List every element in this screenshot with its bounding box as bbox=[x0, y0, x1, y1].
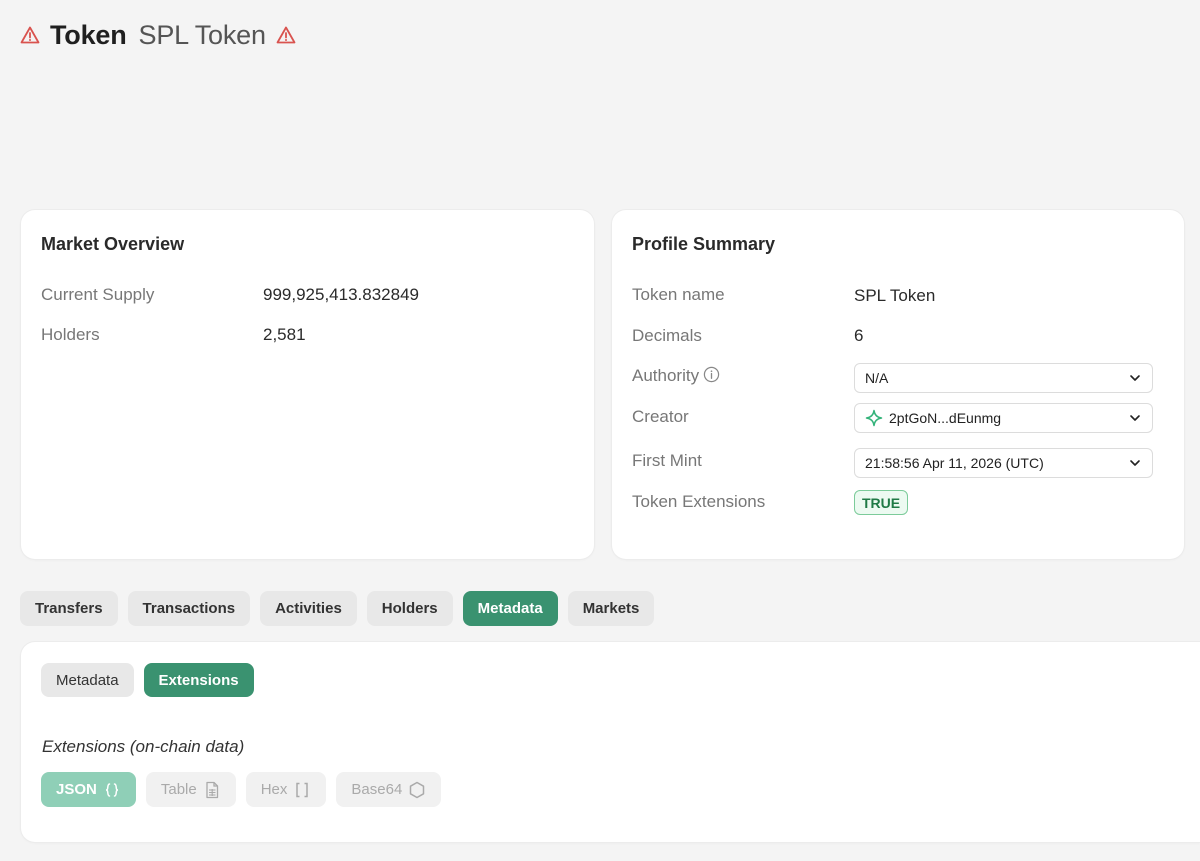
authority-value: N/A bbox=[865, 370, 889, 386]
page-header: Token SPL Token bbox=[20, 18, 296, 52]
profile-summary-title: Profile Summary bbox=[632, 234, 776, 254]
tab-markets[interactable]: Markets bbox=[567, 591, 655, 626]
chevron-down-icon bbox=[1130, 375, 1140, 381]
subtab-extensions[interactable]: Extensions bbox=[143, 663, 254, 697]
decimals-value: 6 bbox=[854, 326, 864, 345]
authority-label-text: Authority bbox=[632, 366, 700, 385]
format-table-label: Table bbox=[160, 781, 197, 798]
tab-holders[interactable]: Holders bbox=[366, 591, 453, 626]
creator-label: Creator bbox=[632, 407, 689, 426]
metadata-subtabs: Metadata Extensions bbox=[41, 663, 254, 697]
holders-label: Holders bbox=[41, 325, 100, 344]
first-mint-value: 21:58:56 Apr 11, 2026 (UTC) bbox=[865, 455, 1044, 471]
sparkle-icon bbox=[865, 409, 883, 427]
brackets-icon bbox=[296, 782, 309, 797]
format-json-button[interactable]: JSON bbox=[41, 772, 136, 807]
format-table-button[interactable]: Table bbox=[145, 772, 236, 807]
hexagon-icon bbox=[410, 781, 425, 798]
extensions-heading: Extensions (on-chain data) bbox=[42, 737, 245, 756]
tab-activities[interactable]: Activities bbox=[260, 591, 357, 626]
main-tabs: Transfers Transactions Activities Holder… bbox=[20, 591, 655, 626]
current-supply-label: Current Supply bbox=[41, 285, 155, 304]
warning-icon[interactable] bbox=[276, 25, 296, 45]
first-mint-dropdown[interactable]: 21:58:56 Apr 11, 2026 (UTC) bbox=[854, 448, 1153, 478]
token-name-label: Token name bbox=[632, 285, 725, 304]
decimals-label: Decimals bbox=[632, 326, 702, 345]
first-mint-label: First Mint bbox=[632, 451, 702, 470]
profile-summary-card: Profile Summary Token name SPL Token Dec… bbox=[612, 210, 1184, 559]
chevron-down-icon bbox=[1130, 415, 1140, 421]
subtab-metadata[interactable]: Metadata bbox=[41, 663, 134, 697]
tab-transactions[interactable]: Transactions bbox=[127, 591, 251, 626]
tab-metadata[interactable]: Metadata bbox=[462, 591, 558, 626]
authority-dropdown[interactable]: N/A bbox=[854, 363, 1153, 393]
format-base64-label: Base64 bbox=[351, 781, 403, 798]
creator-dropdown[interactable]: 2ptGoN...dEunmg bbox=[854, 403, 1153, 433]
tab-transfers[interactable]: Transfers bbox=[20, 591, 118, 626]
info-icon[interactable] bbox=[703, 366, 720, 383]
page-title: Token bbox=[50, 19, 127, 50]
table-file-icon bbox=[206, 781, 218, 798]
format-json-label: JSON bbox=[56, 781, 97, 798]
authority-label: Authority bbox=[632, 366, 720, 386]
current-supply-value: 999,925,413.832849 bbox=[263, 285, 419, 304]
braces-icon bbox=[105, 782, 118, 797]
market-overview-card: Market Overview Current Supply 999,925,4… bbox=[21, 210, 594, 559]
creator-value-wrap: 2ptGoN...dEunmg bbox=[865, 409, 1128, 427]
creator-address: 2ptGoN...dEunmg bbox=[889, 410, 1002, 426]
format-hex-label: Hex bbox=[260, 781, 288, 798]
token-name-heading: SPL Token bbox=[138, 19, 266, 50]
market-overview-title: Market Overview bbox=[41, 234, 185, 254]
metadata-panel: Metadata Extensions Extensions (on-chain… bbox=[21, 642, 1200, 842]
format-base64-button[interactable]: Base64 bbox=[336, 772, 442, 807]
format-hex-button[interactable]: Hex bbox=[245, 772, 327, 807]
chevron-down-icon bbox=[1130, 460, 1140, 466]
warning-icon bbox=[20, 26, 40, 44]
token-name-value: SPL Token bbox=[854, 286, 936, 305]
token-extensions-badge: TRUE bbox=[854, 490, 908, 515]
holders-value: 2,581 bbox=[263, 325, 306, 344]
format-selector: JSON Table Hex Base64 bbox=[41, 772, 442, 807]
token-extensions-label: Token Extensions bbox=[632, 492, 766, 511]
